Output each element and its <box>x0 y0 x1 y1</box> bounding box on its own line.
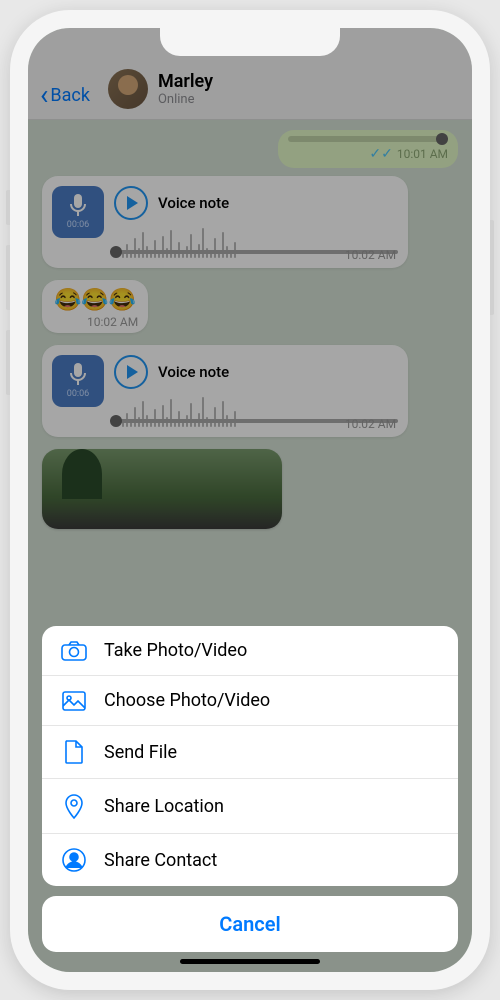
sheet-item-label: Send File <box>104 742 177 763</box>
notch <box>160 28 340 56</box>
phone-side-button-right <box>490 220 494 315</box>
screen: ‹ Back Marley Online ✓✓ 10:01 AM <box>28 28 472 972</box>
file-icon <box>60 740 88 764</box>
camera-icon <box>60 641 88 661</box>
attachment-action-sheet: Take Photo/Video Choose Photo/Video Send… <box>42 626 458 952</box>
phone-frame: ‹ Back Marley Online ✓✓ 10:01 AM <box>10 10 490 990</box>
cancel-button[interactable]: Cancel <box>42 896 458 952</box>
sheet-item-label: Share Location <box>104 796 224 817</box>
location-pin-icon <box>60 793 88 819</box>
phone-side-buttons-left <box>6 190 10 415</box>
gallery-icon <box>60 691 88 711</box>
sheet-item-label: Share Contact <box>104 850 217 871</box>
take-photo-item[interactable]: Take Photo/Video <box>42 626 458 676</box>
sheet-item-label: Take Photo/Video <box>104 640 247 661</box>
choose-photo-item[interactable]: Choose Photo/Video <box>42 676 458 726</box>
sheet-item-label: Choose Photo/Video <box>104 690 270 711</box>
share-location-item[interactable]: Share Location <box>42 779 458 834</box>
send-file-item[interactable]: Send File <box>42 726 458 779</box>
share-contact-item[interactable]: Share Contact <box>42 834 458 886</box>
cancel-label: Cancel <box>219 912 280 936</box>
home-indicator[interactable] <box>180 959 320 964</box>
contact-icon <box>60 848 88 872</box>
